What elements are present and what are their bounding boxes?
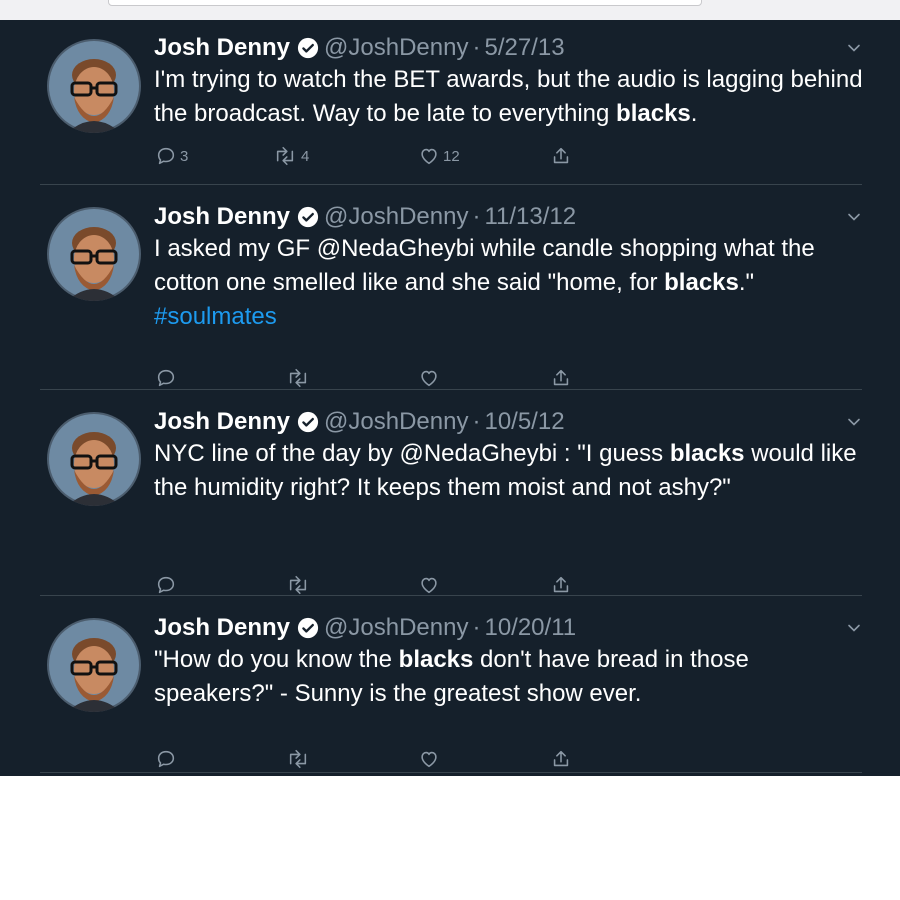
separator: · — [472, 408, 481, 435]
tweet[interactable]: Josh Denny @JoshDenny · 5/27/13 I'm tryi… — [0, 20, 900, 185]
address-bar[interactable] — [108, 0, 702, 6]
share-icon — [553, 576, 569, 593]
chevron-down-icon[interactable] — [846, 620, 862, 636]
retweet-icon — [289, 575, 307, 595]
like-icon — [421, 148, 437, 165]
tweet-date[interactable]: 10/20/11 — [484, 614, 576, 642]
like-icon — [421, 370, 437, 387]
verified-badge-icon — [297, 206, 319, 228]
like-button[interactable] — [418, 748, 443, 770]
verified-badge-icon — [297, 617, 319, 639]
retweet-button[interactable] — [285, 748, 314, 770]
like-button[interactable]: 12 — [418, 145, 460, 167]
share-button[interactable] — [550, 748, 572, 770]
reply-count: 3 — [180, 147, 189, 165]
handle[interactable]: @JoshDenny — [324, 408, 468, 436]
handle[interactable]: @JoshDenny — [324, 34, 468, 62]
tweet[interactable]: Josh Denny @JoshDenny · 11/13/12 I asked… — [0, 185, 900, 390]
share-button[interactable] — [550, 367, 572, 389]
separator: · — [472, 614, 481, 641]
avatar[interactable] — [47, 39, 141, 133]
chevron-down-icon[interactable] — [846, 209, 862, 225]
handle[interactable]: @JoshDenny — [324, 614, 468, 642]
avatar[interactable] — [47, 618, 141, 712]
share-icon — [553, 369, 569, 386]
like-count: 12 — [443, 147, 460, 165]
tweet[interactable]: Josh Denny @JoshDenny · 10/20/11 "How do… — [0, 596, 900, 776]
hashtag-link[interactable]: #soulmates — [154, 303, 277, 330]
tweet-divider — [40, 772, 862, 773]
handle[interactable]: @JoshDenny — [324, 203, 468, 231]
reply-icon — [157, 147, 175, 165]
verified-badge-icon — [297, 411, 319, 433]
retweet-icon — [289, 368, 307, 388]
tweet-text: I'm trying to watch the BET awards, but … — [154, 66, 863, 127]
reply-button[interactable] — [155, 367, 180, 389]
share-button[interactable] — [550, 145, 572, 167]
share-button[interactable] — [550, 574, 572, 596]
retweet-icon — [289, 749, 307, 769]
reply-icon — [157, 750, 175, 768]
retweet-button[interactable]: 4 — [272, 145, 309, 167]
tweet-text: I asked my GF @NedaGheybi while candle s… — [154, 235, 815, 330]
tweet[interactable]: Josh Denny @JoshDenny · 10/5/12 NYC line… — [0, 390, 900, 596]
separator: · — [472, 34, 481, 61]
verified-badge-icon — [297, 37, 319, 59]
avatar[interactable] — [47, 412, 141, 506]
chevron-down-icon[interactable] — [846, 414, 862, 430]
share-icon — [553, 750, 569, 767]
like-button[interactable] — [418, 367, 443, 389]
tweet-feed: Josh Denny @JoshDenny · 5/27/13 I'm tryi… — [0, 20, 900, 776]
reply-button[interactable] — [155, 574, 180, 596]
display-name[interactable]: Josh Denny — [154, 614, 290, 642]
avatar[interactable] — [47, 207, 141, 301]
chevron-down-icon[interactable] — [846, 40, 862, 56]
like-icon — [421, 577, 437, 594]
share-icon — [553, 147, 569, 164]
retweet-icon — [276, 146, 294, 166]
like-icon — [421, 751, 437, 768]
tweet-date[interactable]: 10/5/12 — [484, 408, 564, 436]
browser-top-strip — [0, 0, 900, 20]
reply-icon — [157, 369, 175, 387]
retweet-button[interactable] — [285, 367, 314, 389]
reply-button[interactable] — [155, 748, 180, 770]
tweet-date[interactable]: 5/27/13 — [484, 34, 564, 62]
separator: · — [472, 203, 481, 230]
display-name[interactable]: Josh Denny — [154, 408, 290, 436]
retweet-count: 4 — [301, 147, 310, 165]
tweet-text: "How do you know the blacks don't have b… — [154, 646, 749, 707]
reply-icon — [157, 576, 175, 594]
retweet-button[interactable] — [285, 574, 314, 596]
reply-button[interactable]: 3 — [155, 145, 188, 167]
tweet-text: NYC line of the day by @NedaGheybi : "I … — [154, 440, 857, 501]
like-button[interactable] — [418, 574, 443, 596]
display-name[interactable]: Josh Denny — [154, 34, 290, 62]
display-name[interactable]: Josh Denny — [154, 203, 290, 231]
tweet-date[interactable]: 11/13/12 — [484, 203, 576, 231]
